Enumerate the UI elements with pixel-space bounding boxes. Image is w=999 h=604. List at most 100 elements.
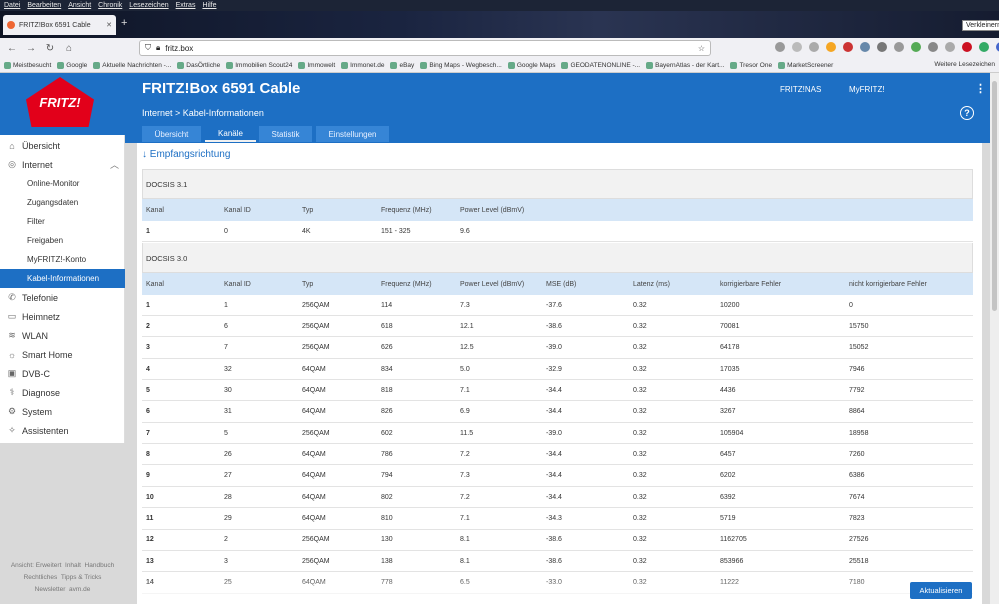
menu-item[interactable]: Datei [4, 2, 20, 9]
sidebar-item-heimnetz[interactable]: ▭ Heimnetz [0, 307, 125, 326]
footer-link[interactable]: Rechtliches [24, 574, 58, 581]
menu-item[interactable]: Hilfe [202, 2, 216, 9]
shield-icon[interactable]: ⛉ [145, 43, 151, 53]
sidebar-item-zugangsdaten[interactable]: Zugangsdaten [0, 193, 125, 212]
scrollbar[interactable] [990, 73, 999, 604]
footer-link[interactable]: Newsletter [35, 586, 66, 593]
bookmark-item[interactable]: eBay [390, 61, 414, 69]
bookmark-item[interactable]: Aktuelle Nachrichten -... [93, 61, 171, 69]
table-cell: 7946 [849, 365, 865, 373]
sidebar-item-filter[interactable]: Filter [0, 212, 125, 231]
tab-uebersicht[interactable]: Übersicht [142, 126, 201, 142]
bookmark-icon [778, 61, 786, 69]
menu-item[interactable]: Chronik [98, 2, 122, 9]
sidebar-item-assistenten[interactable]: ✧ Assistenten [0, 421, 125, 440]
extension-icon[interactable] [826, 42, 836, 52]
footer-link[interactable]: Handbuch [85, 562, 115, 569]
back-icon[interactable]: ← [5, 41, 19, 55]
menu-item[interactable]: Bearbeiten [27, 2, 61, 9]
sidebar-item-diagnose[interactable]: ⚕ Diagnose [0, 383, 125, 402]
sidebar-item-online-monitor[interactable]: Online-Monitor [0, 174, 125, 193]
table-row: 13 3 256QAM 138 8.1 -38.6 0.32 853966 25518 [142, 551, 973, 573]
bookmark-icon [226, 61, 234, 69]
sidebar-item-telefonie[interactable]: ✆ Telefonie [0, 288, 125, 307]
sidebar-item-freigaben[interactable]: Freigaben [0, 231, 125, 250]
tab-einstellungen[interactable]: Einstellungen [316, 126, 389, 142]
extension-icon[interactable] [894, 42, 904, 52]
url-bar[interactable]: ⛉ 🔒︎ fritz.box ☆ [139, 40, 711, 56]
sidebar-item-smart-home[interactable]: ☼ Smart Home [0, 345, 125, 364]
tab-kanaele[interactable]: Kanäle [205, 126, 256, 142]
bookmark-item[interactable]: DasÖrtliche [177, 61, 220, 69]
bookmark-item[interactable]: Immobilien Scout24 [226, 61, 292, 69]
extension-icon[interactable] [843, 42, 853, 52]
menu-item[interactable]: Ansicht [68, 2, 91, 9]
footer-link[interactable]: Ansicht: Erweitert [11, 562, 62, 569]
fritznas-link[interactable]: FRITZ!NAS [780, 85, 821, 94]
extension-icon[interactable] [945, 42, 955, 52]
help-icon[interactable]: ? [960, 106, 974, 120]
table-cell: 0.32 [633, 322, 647, 330]
table-cell: 64QAM [302, 515, 326, 522]
new-tab-button[interactable]: + [121, 17, 127, 29]
refresh-button[interactable]: Aktualisieren [910, 582, 972, 599]
sidebar-item-wlan[interactable]: ≋ WLAN [0, 326, 125, 345]
bookmark-item[interactable]: Immowelt [298, 61, 335, 69]
sidebar-icon[interactable] [809, 42, 819, 52]
bookmark-item[interactable]: Meistbesucht [4, 61, 51, 69]
chevron-up-icon[interactable]: ︿ [110, 158, 119, 171]
bookmark-item[interactable]: Immonet.de [341, 61, 384, 69]
extension-icon[interactable] [979, 42, 989, 52]
wifi-icon: ≋ [8, 330, 16, 340]
bookmark-item[interactable]: MarketScreener [778, 61, 833, 69]
sidebar-item-label: Freigaben [27, 236, 64, 245]
other-bookmarks[interactable]: Weitere Lesezeichen [934, 61, 995, 68]
myfritz-link[interactable]: MyFRITZ! [849, 85, 885, 94]
table-cell: 8864 [849, 408, 865, 416]
sidebar-item-label: Übersicht [22, 140, 61, 151]
scrollbar-thumb[interactable] [992, 81, 997, 311]
tab-strip [0, 11, 999, 38]
lock-icon[interactable]: 🔒︎ [156, 43, 160, 53]
table-cell: 27526 [849, 536, 869, 544]
bookmark-item[interactable]: Google [57, 61, 87, 69]
bookmark-item[interactable]: Tresor One [730, 61, 772, 69]
menu-item[interactable]: Lesezeichen [129, 2, 168, 9]
sidebar-item-internet[interactable]: ◎ Internet ︿ [0, 155, 125, 174]
bookmark-item[interactable]: GEODATENONLINE -... [561, 61, 640, 69]
bookmark-star-icon[interactable]: ☆ [698, 44, 705, 53]
extension-icon[interactable] [962, 42, 972, 52]
download-icon[interactable] [775, 42, 785, 52]
sidebar-item-system[interactable]: ⚙ System [0, 402, 125, 421]
kebab-menu-icon[interactable]: ⋮ [975, 82, 986, 95]
browser-tab[interactable]: FRITZ!Box 6591 Cable ✕ [3, 15, 116, 35]
sidebar-item-myfritz-konto[interactable]: MyFRITZ!-Konto [0, 250, 125, 269]
table-cell: -34.3 [546, 515, 562, 522]
extension-icon[interactable] [928, 42, 938, 52]
footer-link[interactable]: Tipps & Tricks [61, 574, 102, 581]
table-row: 11 29 64QAM 810 7.1 -34.3 0.32 5719 7823 [142, 508, 973, 530]
footer-link[interactable]: Inhalt [65, 562, 81, 569]
extension-icon[interactable] [911, 42, 921, 52]
home-button-icon[interactable]: ⌂ [62, 41, 76, 55]
extension-icon[interactable] [860, 42, 870, 52]
footer-link[interactable]: avm.de [69, 586, 90, 593]
bookmark-item[interactable]: BayernAtlas - der Kart... [646, 61, 724, 69]
menu-item[interactable]: Extras [176, 2, 196, 9]
extension-icon[interactable] [877, 42, 887, 52]
table-cell: 626 [381, 344, 393, 352]
section-heading[interactable]: ↓ Empfangsrichtung [142, 149, 230, 160]
table-cell: 5.0 [460, 365, 470, 373]
library-icon[interactable] [792, 42, 802, 52]
bookmark-item[interactable]: Bing Maps - Wegbesch... [420, 61, 502, 69]
sidebar-item-dvb-c[interactable]: ▣ DVB-C [0, 364, 125, 383]
table-row: 6 31 64QAM 826 6.9 -34.4 0.32 3267 8864 [142, 401, 973, 423]
table-cell: 7823 [849, 515, 865, 522]
tab-statistik[interactable]: Statistik [259, 126, 312, 142]
sidebar-item-übersicht[interactable]: ⌂ Übersicht [0, 136, 125, 155]
sidebar-item-kabel-informationen[interactable]: Kabel-Informationen [0, 269, 125, 288]
close-tab-icon[interactable]: ✕ [106, 21, 112, 29]
forward-icon[interactable]: → [24, 41, 38, 55]
bookmark-item[interactable]: Google Maps [507, 61, 555, 69]
reload-icon[interactable]: ↻ [43, 41, 57, 55]
